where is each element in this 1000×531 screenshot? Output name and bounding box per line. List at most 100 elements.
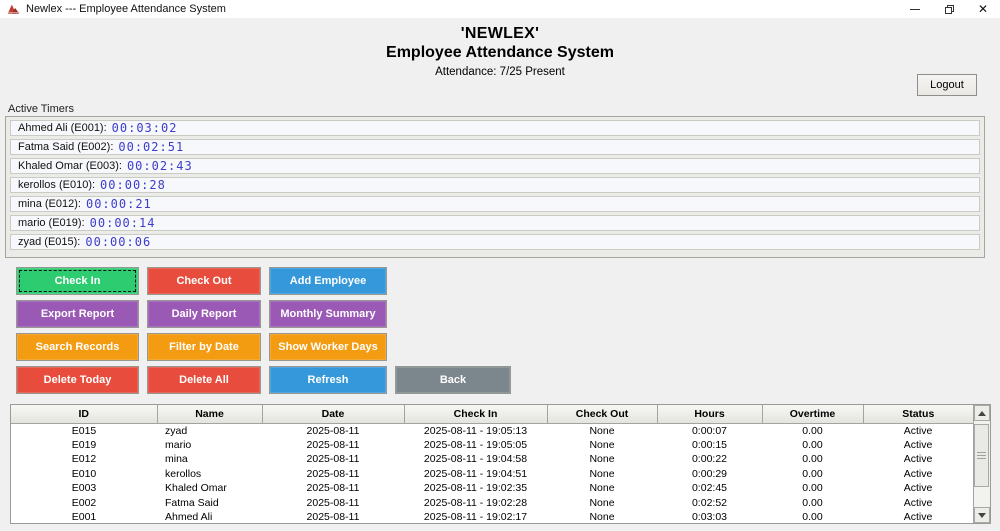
timer-label: Fatma Said (E002): bbox=[18, 141, 114, 153]
search-records-button[interactable]: Search Records bbox=[16, 333, 139, 361]
monthly-summary-button[interactable]: Monthly Summary bbox=[269, 300, 387, 328]
cell-check-out: None bbox=[589, 467, 615, 480]
delete-today-button[interactable]: Delete Today bbox=[16, 366, 139, 394]
timer-value: 00:03:02 bbox=[111, 121, 178, 135]
table-row[interactable]: E010 kerollos 2025-08-11 2025-08-11 - 19… bbox=[11, 467, 973, 482]
close-icon: ✕ bbox=[977, 2, 989, 16]
logout-button[interactable]: Logout bbox=[917, 74, 977, 96]
column-header[interactable]: Status bbox=[863, 405, 973, 424]
back-button[interactable]: Back bbox=[395, 366, 511, 394]
timer-row: kerollos (E010): 00:00:28 bbox=[10, 177, 980, 193]
cell-check-in: 2025-08-11 - 19:02:17 bbox=[423, 511, 528, 523]
cell-date: 2025-08-11 bbox=[306, 438, 360, 451]
scrollbar-thumb[interactable] bbox=[974, 424, 989, 487]
timer-row: mario (E019): 00:00:14 bbox=[10, 215, 980, 231]
cell-id: E012 bbox=[71, 453, 97, 466]
page-title: Employee Attendance System bbox=[386, 44, 614, 61]
table-row[interactable]: E002 Fatma Said 2025-08-11 2025-08-11 - … bbox=[11, 496, 973, 511]
cell-status: Active bbox=[903, 511, 933, 523]
scrollbar-track[interactable] bbox=[974, 421, 990, 507]
table-scrollbar[interactable] bbox=[973, 405, 990, 523]
cell-name: kerollos bbox=[165, 467, 202, 480]
cell-date: 2025-08-11 bbox=[306, 467, 360, 480]
cell-status: Active bbox=[903, 496, 933, 509]
cell-date: 2025-08-11 bbox=[306, 424, 360, 437]
cell-name: Ahmed Ali bbox=[165, 511, 213, 523]
filter-by-date-button[interactable]: Filter by Date bbox=[147, 333, 261, 361]
cell-check-out: None bbox=[589, 496, 615, 509]
arrow-down-icon bbox=[978, 512, 986, 518]
column-header[interactable]: Hours bbox=[657, 405, 763, 424]
timer-label: Khaled Omar (E003): bbox=[18, 160, 122, 172]
cell-id: E003 bbox=[71, 482, 97, 495]
attendance-count: Attendance: 7/25 Present bbox=[435, 66, 565, 78]
cell-hours: 0:00:22 bbox=[691, 453, 728, 466]
cell-overtime: 0.00 bbox=[802, 467, 823, 480]
action-buttons: Check In Check Out Add Employee Export R… bbox=[16, 267, 511, 399]
window-title: Newlex --- Employee Attendance System bbox=[26, 3, 226, 15]
app-logo-icon bbox=[7, 4, 20, 14]
cell-hours: 0:00:15 bbox=[691, 438, 728, 451]
table-row[interactable]: E012 mina 2025-08-11 2025-08-11 - 19:04:… bbox=[11, 452, 973, 467]
table-row[interactable]: E019 mario 2025-08-11 2025-08-11 - 19:05… bbox=[11, 438, 973, 453]
timer-value: 00:00:28 bbox=[100, 178, 166, 192]
timer-label: mina (E012): bbox=[18, 198, 81, 210]
cell-check-in: 2025-08-11 - 19:02:28 bbox=[423, 496, 528, 509]
cell-overtime: 0.00 bbox=[802, 438, 823, 451]
column-header[interactable]: Check In bbox=[404, 405, 548, 424]
timer-label: kerollos (E010): bbox=[18, 179, 96, 191]
cell-status: Active bbox=[903, 424, 933, 437]
cell-check-in: 2025-08-11 - 19:04:51 bbox=[423, 467, 528, 480]
title-bar: Newlex --- Employee Attendance System ✕ bbox=[0, 0, 1000, 18]
timer-row: Khaled Omar (E003): 00:02:43 bbox=[10, 158, 980, 174]
app-brand: 'NEWLEX' bbox=[460, 25, 540, 42]
delete-all-button[interactable]: Delete All bbox=[147, 366, 261, 394]
column-header[interactable]: ID bbox=[11, 405, 158, 424]
cell-hours: 0:00:29 bbox=[691, 467, 728, 480]
timer-value: 00:00:21 bbox=[85, 197, 152, 211]
cell-status: Active bbox=[903, 453, 933, 466]
cell-name: Khaled Omar bbox=[165, 482, 227, 495]
cell-date: 2025-08-11 bbox=[306, 496, 360, 509]
arrow-up-icon bbox=[978, 410, 986, 416]
cell-check-out: None bbox=[589, 424, 615, 437]
add-employee-button[interactable]: Add Employee bbox=[269, 267, 387, 295]
minimize-icon bbox=[910, 8, 920, 10]
table-row[interactable]: E015 zyad 2025-08-11 2025-08-11 - 19:05:… bbox=[11, 423, 973, 438]
show-worker-days-button[interactable]: Show Worker Days bbox=[269, 333, 387, 361]
check-out-button[interactable]: Check Out bbox=[147, 267, 261, 295]
cell-id: E019 bbox=[71, 438, 97, 451]
refresh-button[interactable]: Refresh bbox=[269, 366, 387, 394]
cell-id: E002 bbox=[71, 496, 97, 509]
cell-overtime: 0.00 bbox=[802, 424, 823, 437]
daily-report-button[interactable]: Daily Report bbox=[147, 300, 261, 328]
cell-check-in: 2025-08-11 - 19:05:05 bbox=[423, 438, 528, 451]
cell-name: zyad bbox=[165, 424, 188, 437]
cell-date: 2025-08-11 bbox=[306, 511, 360, 523]
cell-hours: 0:02:45 bbox=[691, 482, 728, 495]
cell-id: E015 bbox=[71, 424, 97, 437]
cell-date: 2025-08-11 bbox=[306, 482, 360, 495]
restore-button[interactable] bbox=[932, 0, 966, 18]
column-header[interactable]: Overtime bbox=[762, 405, 864, 424]
scroll-up-button[interactable] bbox=[974, 405, 990, 421]
table-header-row: ID Name Date Check In Check Out Hours Overtime… bbox=[11, 405, 973, 424]
cell-overtime: 0.00 bbox=[802, 511, 823, 523]
column-header[interactable]: Date bbox=[262, 405, 405, 424]
table-row[interactable]: E001 Ahmed Ali 2025-08-11 2025-08-11 - 1… bbox=[11, 510, 973, 523]
cell-status: Active bbox=[903, 438, 933, 451]
cell-check-in: 2025-08-11 - 19:02:35 bbox=[423, 482, 528, 495]
minimize-button[interactable] bbox=[898, 0, 932, 18]
cell-name: mina bbox=[165, 453, 188, 466]
column-header[interactable]: Check Out bbox=[547, 405, 658, 424]
column-header[interactable]: Name bbox=[157, 405, 263, 424]
check-in-button[interactable]: Check In bbox=[16, 267, 139, 295]
timer-label: Ahmed Ali (E001): bbox=[18, 122, 107, 134]
cell-hours: 0:02:52 bbox=[691, 496, 728, 509]
table-row[interactable]: E003 Khaled Omar 2025-08-11 2025-08-11 -… bbox=[11, 481, 973, 496]
cell-status: Active bbox=[903, 467, 933, 480]
timer-value: 00:02:43 bbox=[126, 159, 193, 173]
close-button[interactable]: ✕ bbox=[966, 0, 1000, 18]
export-report-button[interactable]: Export Report bbox=[16, 300, 139, 328]
scroll-down-button[interactable] bbox=[974, 507, 990, 523]
